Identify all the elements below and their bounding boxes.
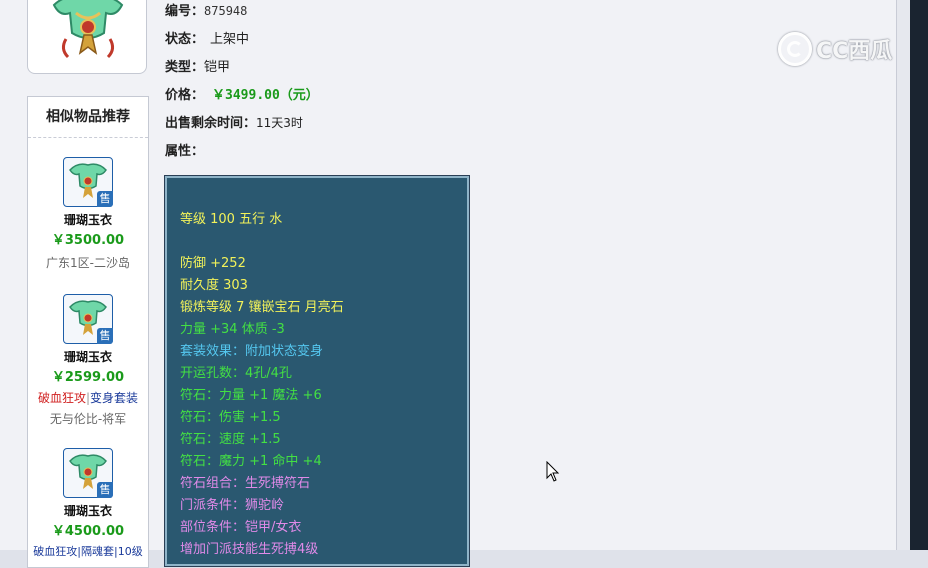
right-gutter	[896, 0, 911, 550]
right-edge-bar	[910, 0, 928, 550]
similar-item-name[interactable]: 珊瑚玉衣	[28, 211, 148, 228]
item-id-label: 编号：	[165, 4, 205, 19]
attr-skill-bonus: 增加门派技能生死搏4级	[180, 542, 319, 557]
sell-badge: 售	[97, 482, 113, 498]
item-remaining-value: 11天3时	[256, 116, 303, 130]
watermark-text: CC西瓜	[816, 39, 893, 64]
tag-skill: 破血狂攻	[37, 391, 86, 405]
attr-set-effect: 套装效果：附加状态变身	[180, 344, 324, 359]
similar-item-name[interactable]: 珊瑚玉衣	[28, 348, 148, 365]
attr-forge: 锻炼等级 7 镶嵌宝石 月亮石	[180, 300, 344, 315]
attr-rune: 符石：速度 +1.5	[180, 432, 281, 447]
attr-stats: 力量 +34 体质 -3	[180, 322, 285, 337]
attr-defense: 防御 +252	[180, 256, 246, 271]
similar-items-panel: 相似物品推荐 售 珊瑚玉衣 ￥3500.00 广东1区-二沙岛 售 珊瑚玉衣 ￥…	[27, 96, 149, 568]
similar-item-tags: 破血狂攻|隔魂套|10级	[33, 545, 143, 558]
similar-item-server: 广东1区-二沙岛	[46, 256, 130, 270]
tag-set: 变身套装	[90, 391, 139, 405]
attributes-panel: 等级 100 五行 水 防御 +252 耐久度 303 锻炼等级 7 镶嵌宝石 …	[164, 175, 470, 567]
similar-item-server: 无与伦比-将军	[49, 412, 127, 426]
item-remaining-row: 出售剩余时间：11天3时	[165, 112, 303, 131]
item-attributes-label: 属性：	[165, 144, 205, 159]
similar-item-thumb[interactable]: 售	[63, 294, 113, 344]
similar-item-tags: 破血狂攻|变身套装	[28, 389, 148, 406]
similar-items-title: 相似物品推荐	[28, 97, 148, 138]
item-type-label: 类型：	[165, 60, 205, 75]
watermark: CC西瓜	[778, 32, 892, 66]
similar-item[interactable]: 售 珊瑚玉衣 ￥4500.00 破血狂攻|隔魂套|10级	[28, 448, 148, 559]
similar-item-thumb[interactable]: 售	[63, 157, 113, 207]
item-id-value: 875948	[204, 4, 248, 18]
item-price-row: 价格： ￥3499.00（元）	[165, 84, 319, 103]
attr-rune: 符石：伤害 +1.5	[180, 410, 281, 425]
attr-rune: 符石：魔力 +1 命中 +4	[180, 454, 322, 469]
attr-school-condition: 门派条件：狮驼岭	[180, 498, 285, 513]
attr-rune: 符石：力量 +1 魔法 +6	[180, 388, 322, 403]
sell-badge: 售	[97, 328, 113, 344]
similar-item-thumb[interactable]: 售	[63, 448, 113, 498]
item-type-value: 铠甲	[204, 60, 231, 75]
item-image	[27, 0, 147, 74]
item-remaining-label: 出售剩余时间：	[165, 116, 257, 131]
armor-icon	[52, 0, 124, 59]
item-attributes-row: 属性：	[165, 140, 204, 159]
attr-level: 等级 100 五行 水	[180, 212, 283, 227]
attr-slot-condition: 部位条件：铠甲/女衣	[180, 520, 302, 535]
similar-item-price: ￥2599.00	[51, 370, 125, 385]
similar-item-price: ￥3500.00	[51, 233, 125, 248]
attr-holes: 开运孔数：4孔/4孔	[180, 366, 292, 381]
mouse-cursor-icon	[546, 461, 560, 482]
similar-item[interactable]: 售 珊瑚玉衣 ￥2599.00 破血狂攻|变身套装 无与伦比-将军	[28, 294, 148, 427]
item-price-value: ￥3499.00（元）	[212, 88, 319, 103]
sell-badge: 售	[97, 191, 113, 207]
similar-item-price: ￥4500.00	[51, 524, 125, 539]
similar-item-name[interactable]: 珊瑚玉衣	[28, 502, 148, 519]
similar-item[interactable]: 售 珊瑚玉衣 ￥3500.00 广东1区-二沙岛	[28, 157, 148, 271]
attr-rune-combo: 符石组合：生死搏符石	[180, 476, 311, 491]
item-type-row: 类型：铠甲	[165, 56, 230, 75]
item-status-value: 上架中	[210, 32, 250, 47]
item-status-label: 状态：	[165, 32, 205, 47]
item-id-row: 编号：875948	[165, 0, 247, 19]
attr-durability: 耐久度 303	[180, 278, 248, 293]
item-status-row: 状态： 上架中	[165, 28, 249, 47]
item-price-label: 价格：	[165, 88, 205, 103]
watermark-logo-icon	[778, 32, 812, 66]
